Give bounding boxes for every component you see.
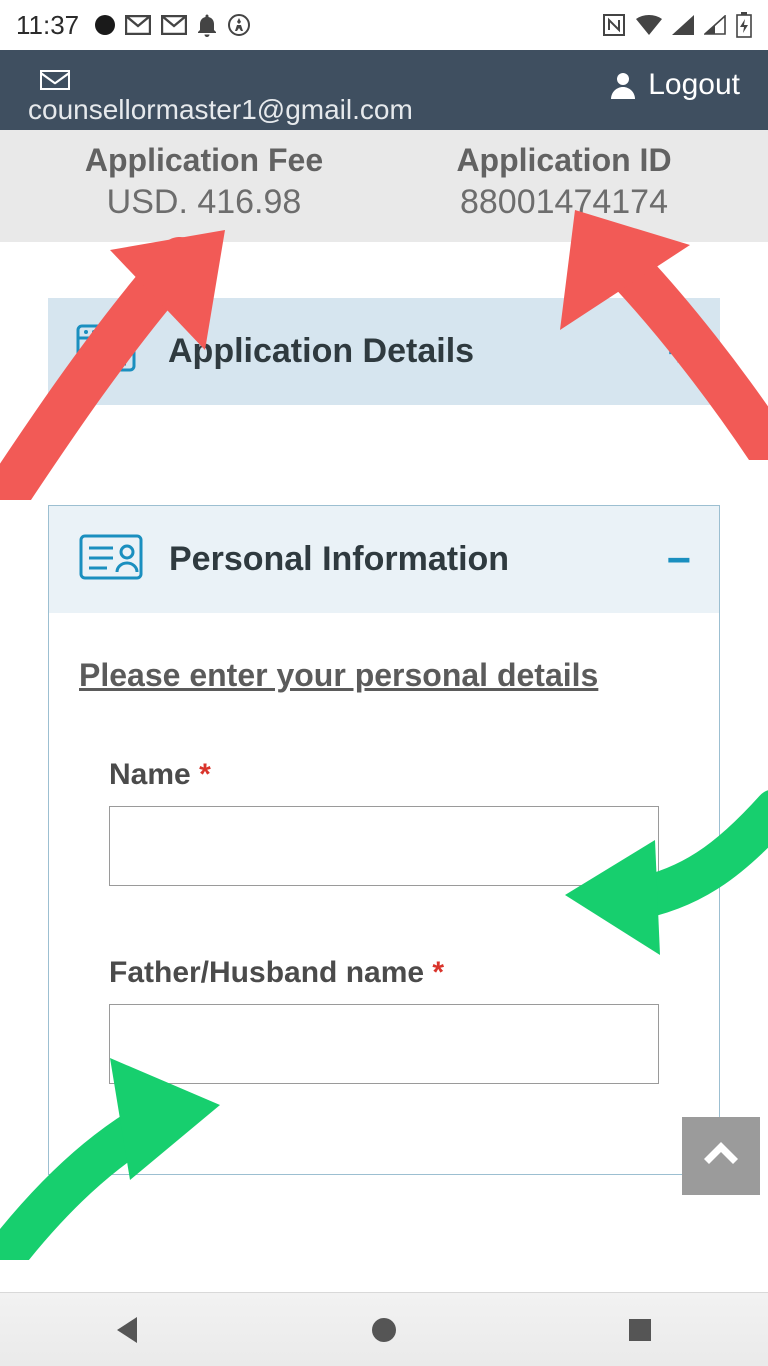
app-header: counsellormaster1@gmail.com Logout — [0, 50, 768, 130]
nav-back-button[interactable] — [106, 1308, 150, 1352]
nav-recent-button[interactable] — [618, 1308, 662, 1352]
application-fee-block: Application Fee USD. 416.98 — [24, 142, 384, 222]
application-id-block: Application ID 88001474174 — [384, 142, 744, 222]
father-husband-label: Father/Husband name * — [109, 956, 659, 990]
header-email: counsellormaster1@gmail.com — [28, 94, 413, 126]
required-asterisk: * — [199, 758, 211, 791]
application-id-label: Application ID — [384, 142, 744, 179]
personal-instruction: Please enter your personal details — [79, 653, 689, 698]
activity-icon — [227, 13, 251, 37]
father-husband-input[interactable] — [109, 1004, 659, 1084]
name-label: Name * — [109, 758, 659, 792]
battery-icon — [736, 12, 752, 38]
panel-personal-info-title: Personal Information — [169, 540, 642, 579]
status-clock: 11:37 — [16, 10, 79, 41]
panel-personal-info-header[interactable]: Personal Information − — [48, 505, 720, 613]
bell-icon — [197, 13, 217, 37]
info-strip: Application Fee USD. 416.98 Application … — [0, 130, 768, 242]
id-card-icon — [77, 528, 145, 591]
name-label-text: Name — [109, 758, 191, 791]
scroll-to-top-button[interactable] — [682, 1117, 760, 1195]
gmail-icon — [161, 15, 187, 35]
application-fee-label: Application Fee — [24, 142, 384, 179]
expand-icon[interactable]: + — [667, 331, 692, 373]
father-husband-label-text: Father/Husband name — [109, 956, 424, 989]
name-input[interactable] — [109, 806, 659, 886]
android-navbar — [0, 1292, 768, 1366]
logout-label: Logout — [648, 68, 740, 102]
form-checklist-icon — [76, 320, 144, 383]
nav-home-button[interactable] — [362, 1308, 406, 1352]
required-asterisk: * — [432, 956, 444, 989]
wifi-icon — [636, 15, 662, 35]
logout-button[interactable]: Logout — [610, 68, 740, 102]
signal-icon — [672, 15, 694, 35]
envelope-icon — [38, 68, 413, 92]
status-dot-icon — [95, 15, 115, 35]
nfc-icon — [602, 13, 626, 37]
panel-personal-info-body: Please enter your personal details Name … — [48, 613, 720, 1175]
gmail-icon — [125, 15, 151, 35]
status-bar: 11:37 — [0, 0, 768, 50]
chevron-up-icon — [704, 1142, 738, 1169]
user-icon — [610, 71, 636, 99]
panel-application-details-title: Application Details — [168, 332, 643, 371]
panel-application-details-header[interactable]: Application Details + — [48, 298, 720, 405]
signal-icon — [704, 15, 726, 35]
application-fee-value: USD. 416.98 — [24, 183, 384, 222]
application-id-value: 88001474174 — [384, 183, 744, 222]
collapse-icon[interactable]: − — [666, 539, 691, 581]
